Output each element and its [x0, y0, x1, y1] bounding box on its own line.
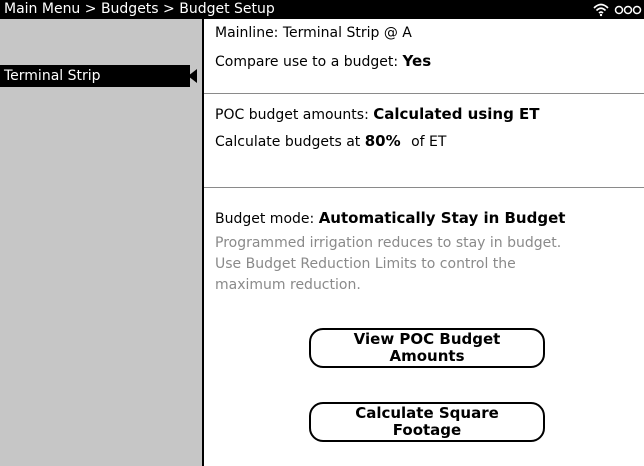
note-line: Programmed irrigation reduces to stay in… — [215, 235, 562, 251]
calc-suffix: of ET — [411, 134, 447, 150]
calc-setting[interactable]: Calculate budgets at 80% of ET — [215, 132, 446, 150]
view-poc-budget-amounts-label: View POC Budget Amounts — [353, 330, 501, 365]
mode-value[interactable]: Automatically Stay in Budget — [319, 209, 566, 227]
compare-value[interactable]: Yes — [403, 52, 432, 70]
breadcrumb[interactable]: Main Menu > Budgets > Budget Setup — [4, 0, 275, 19]
calculate-square-footage-label: Calculate Square Footage — [355, 404, 499, 439]
compare-setting[interactable]: Compare use to a budget: Yes — [215, 52, 431, 70]
poc-label: POC budget amounts: — [215, 107, 369, 123]
poc-value[interactable]: Calculated using ET — [373, 105, 539, 123]
main-panel: Mainline: Terminal Strip @ A Compare use… — [204, 19, 644, 466]
calculate-square-footage-button[interactable]: Calculate Square Footage — [309, 402, 545, 442]
section-divider — [204, 187, 644, 188]
poc-setting[interactable]: POC budget amounts: Calculated using ET — [215, 105, 540, 123]
calc-prefix: Calculate budgets at — [215, 134, 361, 150]
mode-label: Budget mode: — [215, 211, 315, 227]
view-poc-budget-amounts-button[interactable]: View POC Budget Amounts — [309, 328, 545, 368]
selection-arrow-icon — [188, 69, 197, 83]
mode-setting[interactable]: Budget mode: Automatically Stay in Budge… — [215, 209, 565, 227]
compare-label: Compare use to a budget: — [215, 54, 399, 70]
mode-description: Programmed irrigation reduces to stay in… — [215, 233, 644, 296]
top-bar: Main Menu > Budgets > Budget Setup — [0, 0, 644, 19]
sidebar-item-terminal-strip[interactable]: Terminal Strip — [0, 65, 190, 87]
note-line: maximum reduction. — [215, 277, 361, 293]
note-line: Use Budget Reduction Limits to control t… — [215, 256, 516, 272]
section-divider — [204, 93, 644, 94]
mainline-label: Mainline: Terminal Strip @ A — [215, 25, 412, 41]
calc-value[interactable]: 80% — [365, 132, 401, 150]
wifi-icon — [593, 3, 609, 17]
battery-icon — [614, 5, 642, 15]
